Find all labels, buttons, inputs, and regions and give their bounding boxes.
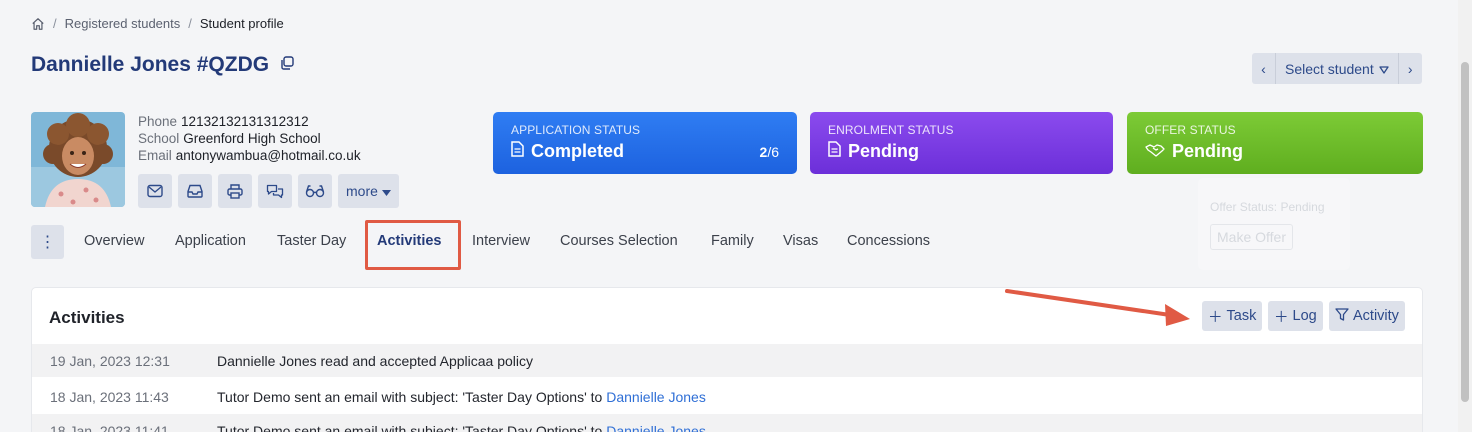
page-title: Dannielle Jones #QZDG: [31, 53, 295, 77]
inbox-icon: [187, 184, 203, 198]
make-offer-button[interactable]: Make Offer: [1210, 224, 1293, 250]
school-label: School: [138, 131, 180, 146]
application-progress-count: 2/6: [759, 143, 779, 160]
enrolment-status-value: Pending: [848, 141, 919, 161]
email-row: Email antonywambua@hotmail.co.uk: [138, 147, 361, 164]
chat-icon: [266, 184, 284, 198]
phone-label: Phone: [138, 114, 178, 129]
student-photo: [31, 112, 125, 207]
activity-time: 18 Jan, 2023 11:43: [50, 388, 169, 405]
handshake-icon: [1145, 141, 1165, 162]
student-contact-info: Phone 12132132131312312 School Greenford H…: [138, 113, 361, 164]
offer-status-caption: OFFER STATUS: [1145, 123, 1236, 137]
tab-application[interactable]: Application: [175, 233, 246, 249]
tab-taster-day[interactable]: Taster Day: [277, 233, 346, 249]
student-selector: ‹ Select student ›: [1252, 53, 1422, 84]
log-label: Log: [1292, 308, 1317, 324]
application-status-card[interactable]: APPLICATION STATUS Completed 2/6: [493, 112, 797, 174]
document-icon: [828, 141, 841, 162]
print-button[interactable]: [218, 174, 252, 208]
activity-description: Tutor Demo sent an email with subject: '…: [217, 388, 706, 405]
breadcrumb-registered-students[interactable]: Registered students: [65, 16, 181, 31]
tab-interview[interactable]: Interview: [472, 233, 530, 249]
activity-row: 18 Jan, 2023 11:43 Tutor Demo sent an em…: [32, 380, 1422, 413]
offer-status-card[interactable]: OFFER STATUS Pending: [1127, 112, 1423, 174]
email-label: Email: [138, 148, 172, 163]
email-icon: [147, 184, 163, 198]
more-label: more: [346, 183, 378, 199]
enrolment-status-card[interactable]: ENROLMENT STATUS Pending: [810, 112, 1113, 174]
tab-courses-selection[interactable]: Courses Selection: [560, 233, 678, 249]
breadcrumb-current: Student profile: [199, 16, 284, 31]
home-icon[interactable]: [31, 17, 45, 31]
more-button[interactable]: more: [338, 174, 399, 208]
activity-description: Tutor Demo sent an email with subject: '…: [217, 423, 706, 432]
annotation-highlight-box: [365, 220, 461, 270]
school-value: Greenford High School: [183, 131, 321, 146]
document-icon: [511, 141, 524, 162]
student-link[interactable]: Dannielle Jones: [606, 389, 706, 405]
inbox-button[interactable]: [178, 174, 212, 208]
send-email-button[interactable]: [138, 174, 172, 208]
tab-visas[interactable]: Visas: [783, 233, 818, 249]
activity-label: Activity: [1353, 308, 1399, 324]
tab-family[interactable]: Family: [711, 233, 754, 249]
breadcrumb: / Registered students / Student profile: [31, 16, 284, 31]
task-label: Task: [1226, 308, 1257, 324]
add-log-button[interactable]: ＋ Log: [1268, 301, 1323, 331]
caret-down-icon: [1379, 61, 1389, 77]
filter-icon: [1335, 307, 1349, 325]
phone-row: Phone 12132132131312312: [138, 113, 361, 130]
select-student-dropdown[interactable]: Select student: [1275, 53, 1399, 84]
add-task-button[interactable]: ＋ Task: [1202, 301, 1263, 331]
page-scrollbar[interactable]: [1458, 0, 1472, 432]
activity-time: 18 Jan, 2023 11:41: [50, 422, 169, 432]
view-as-student-button[interactable]: [298, 174, 332, 208]
student-name-title: Dannielle Jones #QZDG: [31, 53, 270, 76]
caret-down-icon: [381, 183, 391, 199]
tab-overview[interactable]: Overview: [84, 233, 144, 249]
student-actions: more: [138, 174, 399, 208]
activity-row: 19 Jan, 2023 12:31 Dannielle Jones read …: [32, 344, 1422, 377]
tabs-menu-button[interactable]: ⋮: [31, 225, 64, 259]
application-status-value: Completed: [531, 141, 625, 161]
plus-icon: ＋: [1274, 309, 1289, 326]
kebab-menu-icon: ⋮: [39, 234, 56, 251]
activity-filter-button[interactable]: Activity: [1329, 301, 1405, 331]
breadcrumb-separator: /: [188, 16, 192, 31]
activity-time: 19 Jan, 2023 12:31: [50, 352, 170, 369]
scrollbar-thumb[interactable]: [1461, 62, 1469, 402]
enrolment-status-caption: ENROLMENT STATUS: [828, 123, 954, 137]
student-link[interactable]: Dannielle Jones: [606, 423, 706, 432]
copy-icon[interactable]: [279, 53, 295, 77]
offer-tooltip-text: Offer Status: Pending: [1210, 200, 1325, 214]
email-value: antonywambua@hotmail.co.uk: [175, 148, 361, 163]
school-row: School Greenford High School: [138, 130, 361, 147]
offer-status-value: Pending: [1172, 141, 1243, 161]
phone-value: 12132132131312312: [181, 114, 309, 129]
next-student-button[interactable]: ›: [1399, 53, 1422, 84]
print-icon: [227, 183, 243, 199]
activity-description: Dannielle Jones read and accepted Applic…: [217, 352, 533, 369]
chat-button[interactable]: [258, 174, 292, 208]
tab-concessions[interactable]: Concessions: [847, 233, 930, 249]
breadcrumb-separator: /: [53, 16, 57, 31]
offer-status-tooltip: Offer Status: Pending Make Offer: [1198, 178, 1350, 270]
application-status-caption: APPLICATION STATUS: [511, 123, 641, 137]
activities-title: Activities: [49, 308, 125, 327]
activity-row: 18 Jan, 2023 11:41 Tutor Demo sent an em…: [32, 414, 1422, 432]
select-student-label: Select student: [1285, 60, 1374, 77]
glasses-icon: [305, 185, 325, 198]
activities-panel: Activities ＋ Task ＋ Log Activity 19 Jan, 2…: [31, 287, 1423, 432]
plus-icon: ＋: [1208, 309, 1223, 326]
previous-student-button[interactable]: ‹: [1252, 53, 1275, 84]
